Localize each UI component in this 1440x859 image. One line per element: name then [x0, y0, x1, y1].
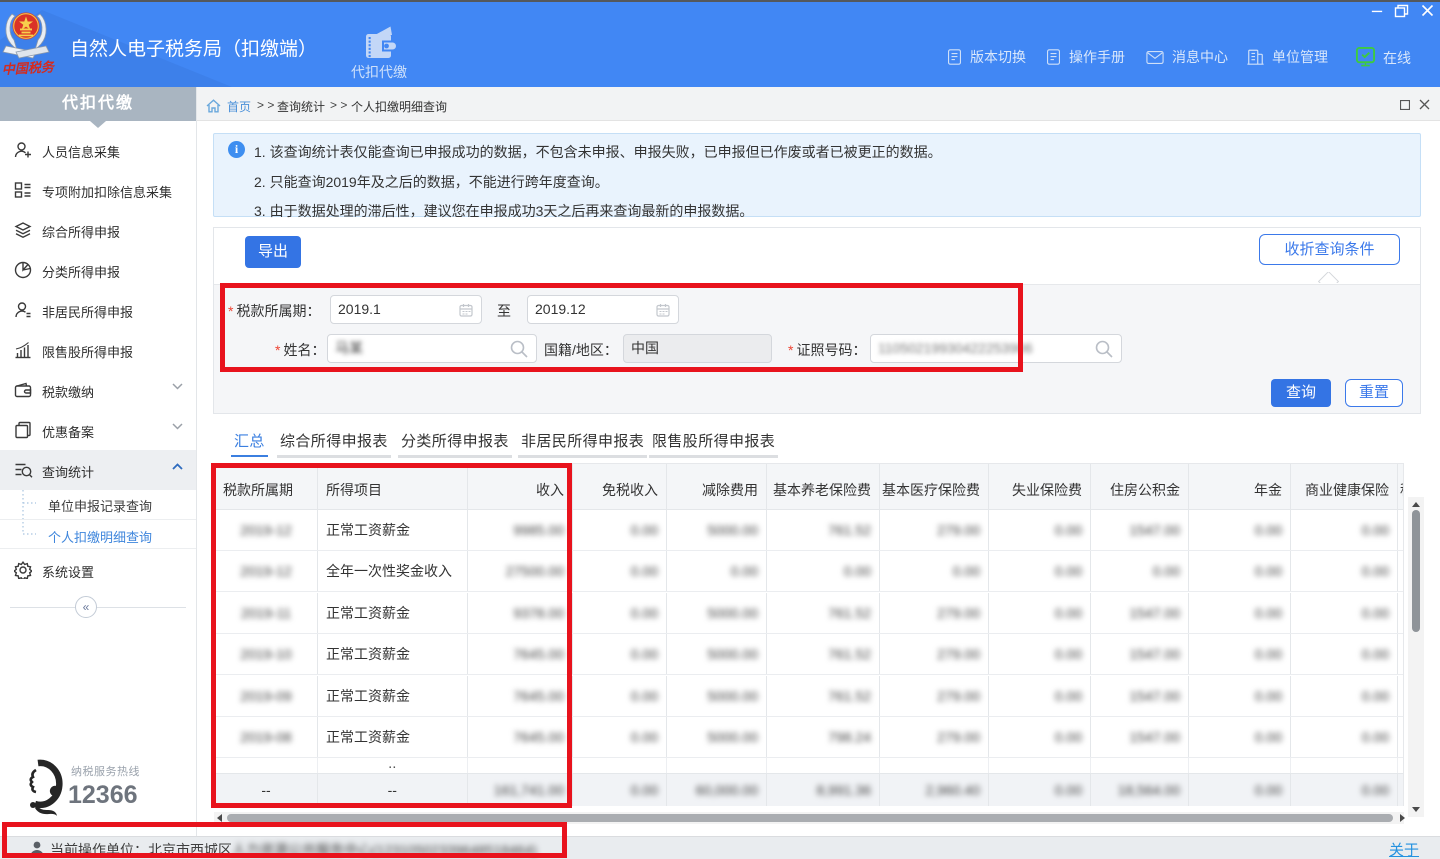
svg-text:中国税务: 中国税务: [2, 59, 56, 77]
